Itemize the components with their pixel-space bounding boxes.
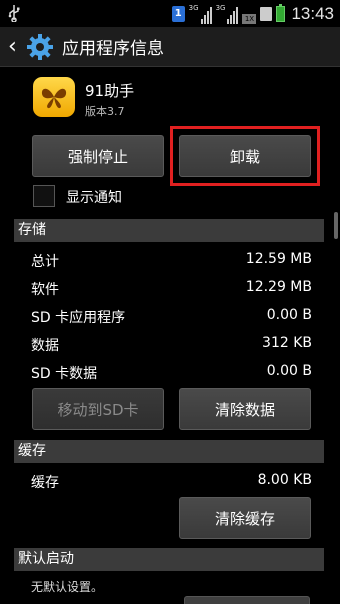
signal2-icon: 3G [216, 4, 239, 24]
storage-section-header: 存储 [14, 219, 324, 242]
cache-section-header: 缓存 [14, 440, 324, 463]
storage-total-value: 12.59 MB [245, 251, 312, 267]
signal2-label: 3G [215, 3, 226, 12]
scrollbar[interactable] [334, 212, 338, 239]
storage-sd-app-label: SD 卡应用程序 [31, 310, 126, 326]
butterfly-app-icon [33, 77, 75, 117]
back-arrow-icon[interactable]: ‹ [8, 27, 22, 67]
battery-icon [276, 3, 286, 22]
storage-app-value: 12.29 MB [245, 279, 312, 295]
sim1-badge: 1 [171, 5, 185, 22]
clear-data-button[interactable]: 清除数据 [179, 388, 311, 430]
signal1-icon: 3G [189, 4, 212, 24]
storage-app-label: 软件 [31, 282, 59, 298]
default-launch-text: 无默认设置。 [31, 580, 104, 594]
default-launch-section-header: 默认启动 [14, 548, 324, 571]
gear-icon[interactable] [26, 33, 54, 61]
title-bar: ‹ 应用程序信息 [0, 27, 340, 67]
clock: 13:43 [291, 3, 334, 23]
signal1-label: 3G [188, 3, 199, 12]
move-to-sd-button[interactable]: 移动到SD卡 [32, 388, 164, 430]
cache-label: 缓存 [31, 475, 59, 491]
show-notification-label: 显示通知 [66, 190, 122, 206]
highlight-box [170, 126, 320, 186]
cache-value: 8.00 KB [257, 472, 312, 488]
storage-sd-data-label: SD 卡数据 [31, 366, 98, 382]
page-title: 应用程序信息 [62, 39, 164, 59]
storage-sd-app-value: 0.00 B [266, 307, 312, 323]
force-stop-button[interactable]: 强制停止 [32, 135, 164, 177]
status-bar: 1 3G 3G 1X 13:43 [0, 0, 340, 27]
storage-data-value: 312 KB [262, 335, 312, 351]
usb-icon [8, 5, 20, 22]
app-name: 91助手 [85, 82, 135, 100]
clear-defaults-button[interactable] [184, 596, 310, 604]
sim2-badge: 1X [242, 14, 257, 24]
show-notification-checkbox[interactable] [33, 185, 55, 207]
sd-card-icon [260, 6, 273, 21]
app-version: 版本3.7 [85, 105, 125, 118]
clear-cache-button[interactable]: 清除缓存 [179, 497, 311, 539]
storage-data-label: 数据 [31, 338, 59, 354]
storage-sd-data-value: 0.00 B [266, 363, 312, 379]
storage-total-label: 总计 [31, 254, 59, 270]
